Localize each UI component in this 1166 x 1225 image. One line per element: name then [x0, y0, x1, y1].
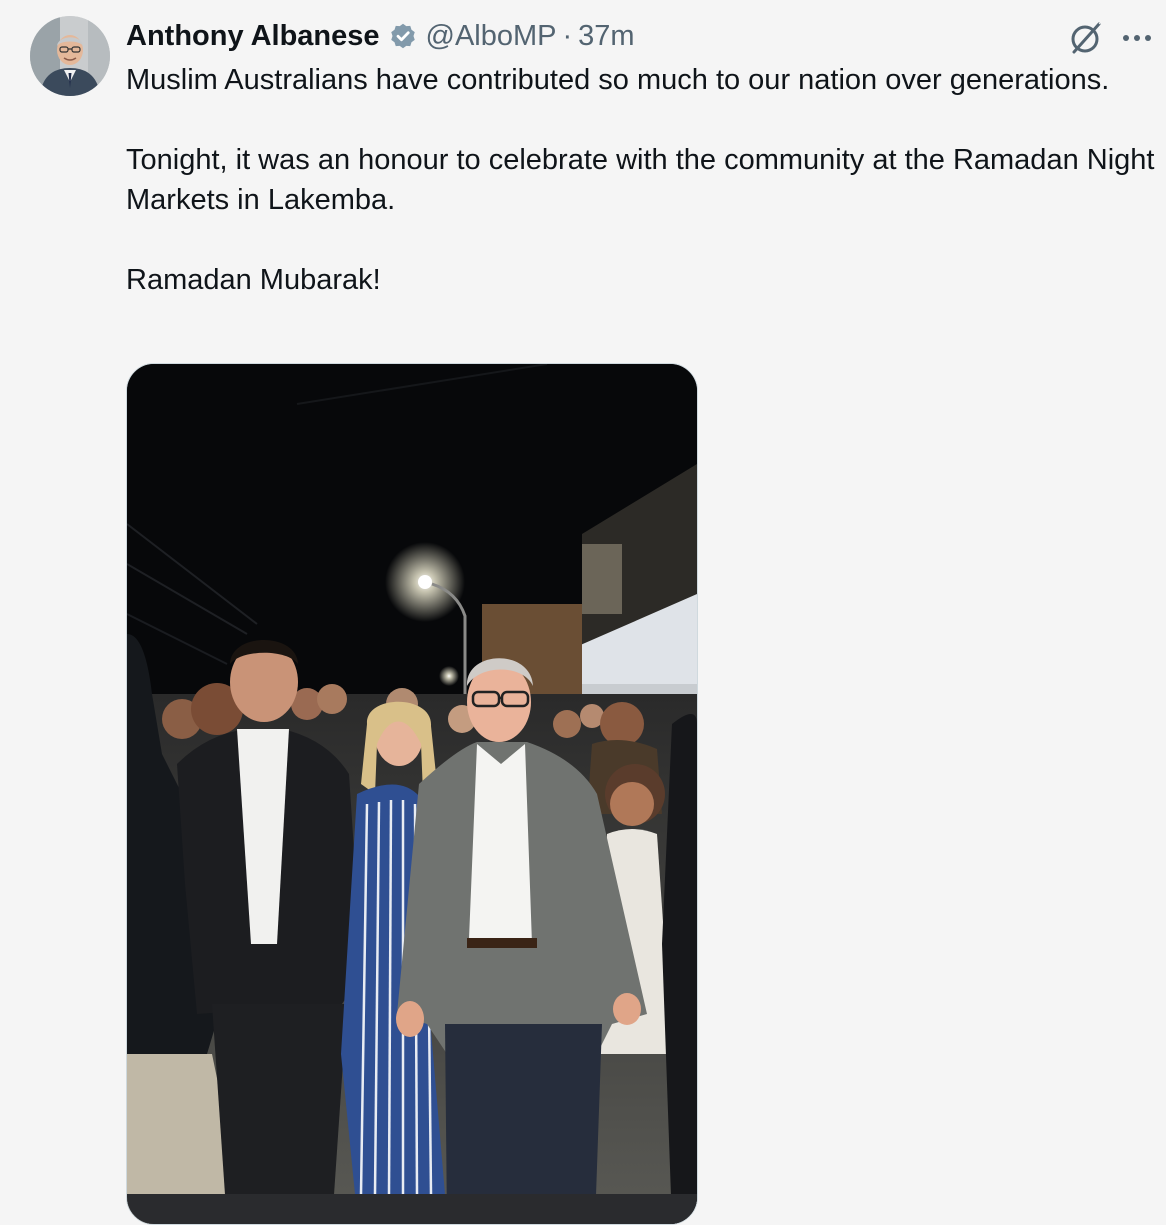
verified-badge-icon [388, 21, 418, 51]
tweet-paragraph-3: Ramadan Mubarak! [126, 264, 381, 296]
display-name[interactable]: Anthony Albanese [126, 20, 380, 53]
tweet-header: Anthony Albanese @AlboMP · 37m [126, 16, 635, 56]
tweet-photo[interactable] [126, 363, 698, 1225]
more-icon[interactable] [1120, 28, 1154, 48]
tweet-text: Muslim Australians have contributed so m… [126, 60, 1156, 300]
handle[interactable]: @AlboMP [426, 20, 557, 53]
tweet-paragraph-2: Tonight, it was an honour to celebrate w… [126, 144, 1155, 216]
tweet[interactable]: Anthony Albanese @AlboMP · 37m Muslim Au… [0, 0, 1166, 1225]
timestamp[interactable]: 37m [578, 20, 634, 53]
separator-dot: · [562, 19, 573, 52]
avatar[interactable] [30, 16, 110, 96]
tweet-paragraph-1: Muslim Australians have contributed so m… [126, 64, 1110, 96]
grok-icon[interactable] [1066, 18, 1106, 58]
